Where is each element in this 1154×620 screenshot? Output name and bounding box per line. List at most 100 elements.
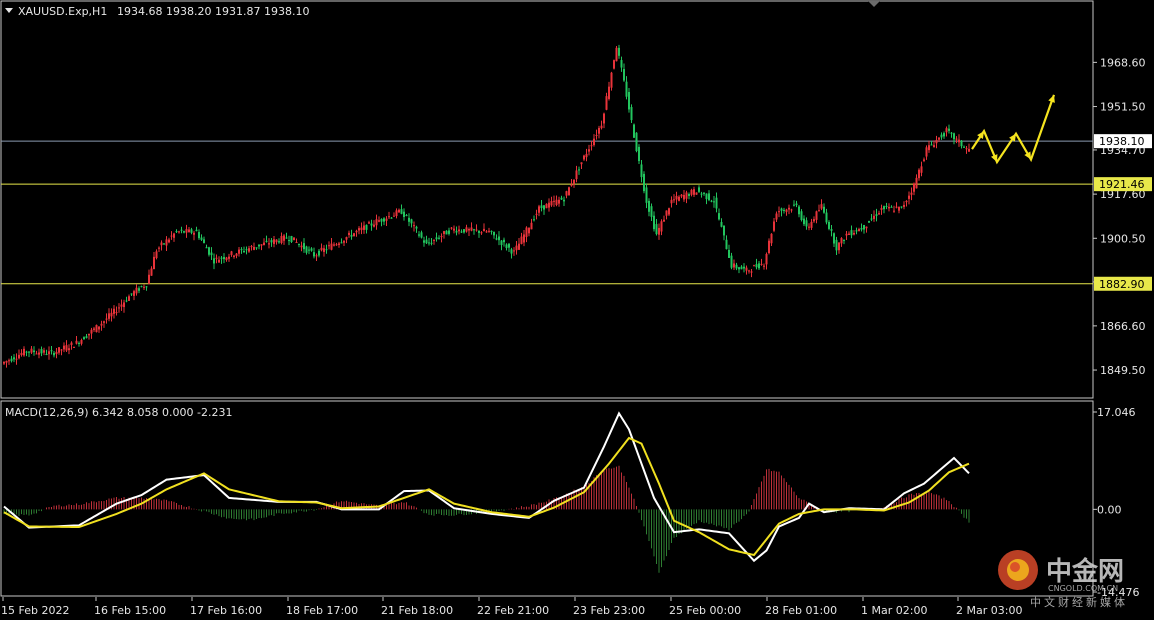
candle-body: [905, 200, 908, 203]
candle-body: [895, 206, 898, 208]
candle-body: [75, 340, 78, 344]
candle-body: [415, 226, 418, 229]
candle-body: [968, 148, 970, 152]
candle-body: [793, 204, 795, 206]
candle-body: [820, 204, 823, 209]
candle-body: [145, 286, 148, 288]
candle-body: [450, 227, 453, 229]
candle-body: [518, 243, 520, 250]
candle-body: [535, 213, 538, 215]
candle-body: [338, 243, 340, 245]
candle-body: [143, 286, 145, 288]
candle-body: [658, 227, 660, 235]
candle-body: [823, 206, 825, 213]
candle-body: [305, 246, 308, 253]
candle-body: [700, 193, 703, 195]
candle-body: [630, 107, 633, 121]
candle-body: [203, 239, 205, 243]
candle-body: [5, 360, 8, 363]
candle-body: [813, 219, 815, 222]
candle-body: [645, 187, 648, 203]
candle-body: [223, 257, 225, 260]
candle-body: [295, 242, 298, 244]
level-price-label: 1882.90: [1099, 278, 1145, 291]
candle-body: [130, 293, 133, 295]
candle-body: [890, 206, 893, 208]
candle-body: [873, 215, 875, 219]
candle-body: [860, 228, 863, 230]
candle-body: [675, 195, 678, 200]
time-axis-label: 21 Feb 18:00: [381, 604, 453, 617]
candle-body: [833, 233, 835, 244]
candle-body: [573, 179, 575, 185]
candle-body: [538, 206, 540, 213]
candle-body: [178, 231, 180, 233]
candle-body: [670, 199, 673, 204]
candle-body: [920, 166, 923, 173]
watermark-brand: 中金网: [1046, 556, 1124, 587]
dropdown-arrow-icon[interactable]: [5, 8, 13, 13]
macd-axis-label: 0.00: [1097, 503, 1122, 516]
candle-body: [738, 267, 740, 270]
candle-body: [88, 333, 90, 336]
candle-body: [125, 300, 128, 302]
candle-body: [438, 237, 440, 239]
candle-body: [688, 194, 690, 196]
candle-body: [888, 206, 890, 209]
candle-body: [910, 192, 913, 195]
scroll-marker-icon[interactable]: [868, 1, 880, 7]
candle-body: [778, 211, 780, 213]
candle-body: [193, 232, 195, 235]
candle-body: [220, 257, 223, 259]
candle-body: [65, 345, 68, 351]
candle-body: [360, 227, 363, 231]
candle-body: [448, 230, 450, 234]
candle-body: [805, 220, 808, 227]
candle-body: [95, 324, 98, 333]
candle-body: [325, 249, 328, 251]
candle-body: [595, 134, 598, 136]
candle-body: [263, 242, 265, 246]
candle-body: [73, 346, 75, 348]
candle-body: [110, 312, 113, 317]
watermark-domain: CNGOLD.COM.CN: [1048, 584, 1118, 593]
candle-body: [365, 224, 368, 230]
candle-body: [565, 191, 568, 196]
candle-body: [803, 218, 805, 225]
candle-body: [323, 248, 325, 252]
candle-body: [445, 230, 448, 235]
macd-axis-label: 17.046: [1097, 406, 1136, 419]
candle-body: [55, 351, 58, 355]
time-axis-label: 23 Feb 23:00: [573, 604, 645, 617]
candle-body: [678, 196, 680, 201]
candle-body: [613, 60, 615, 69]
candle-body: [238, 249, 240, 254]
price-axis-label: 1951.50: [1100, 101, 1146, 114]
candle-body: [963, 146, 965, 148]
candle-body: [798, 206, 800, 215]
candle-body: [698, 187, 700, 192]
candle-body: [620, 60, 623, 68]
candle-body: [593, 138, 595, 146]
candle-body: [45, 353, 48, 355]
candle-body: [68, 348, 70, 351]
candle-body: [128, 296, 130, 301]
candle-body: [435, 237, 438, 240]
time-axis-label: 1 Mar 02:00: [861, 604, 927, 617]
candle-body: [375, 219, 378, 226]
candle-body: [148, 274, 150, 284]
candle-body: [308, 249, 310, 251]
candle-body: [20, 352, 23, 356]
candle-body: [703, 192, 705, 194]
candle-body: [458, 229, 460, 232]
symbol-label: XAUUSD.Exp,H1: [18, 5, 107, 18]
candle-body: [690, 189, 693, 195]
candle-body: [150, 268, 153, 276]
candle-body: [583, 155, 585, 160]
candle-body: [428, 242, 430, 244]
candle-body: [540, 205, 543, 209]
candle-body: [950, 132, 953, 134]
candle-body: [818, 210, 820, 212]
candle-body: [413, 225, 415, 227]
candle-body: [213, 258, 215, 264]
